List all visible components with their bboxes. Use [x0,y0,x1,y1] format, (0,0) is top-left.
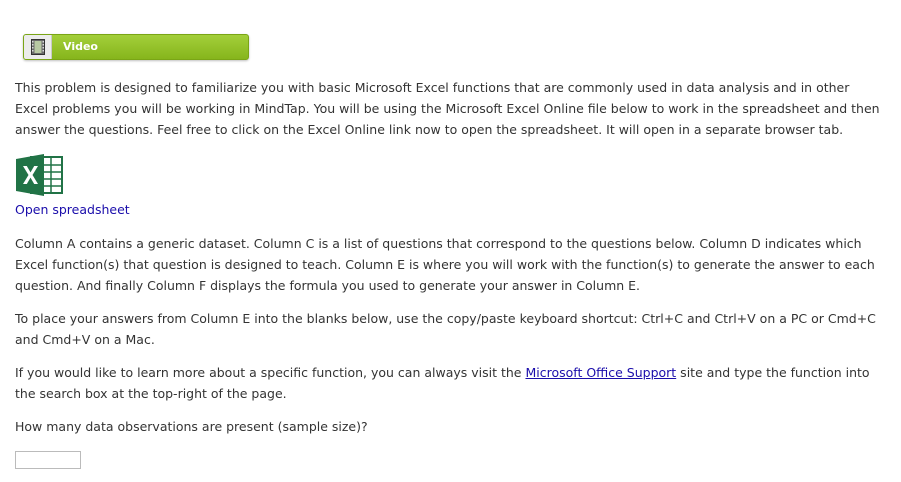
open-spreadsheet-link[interactable]: Open spreadsheet [15,202,130,217]
video-button[interactable]: Video [23,34,249,60]
copy-paste-paragraph: To place your answers from Column E into… [15,311,876,347]
support-paragraph: If you would like to learn more about a … [15,362,885,404]
microsoft-office-support-link[interactable]: Microsoft Office Support [525,365,676,380]
intro-paragraph: This problem is designed to familiarize … [15,80,880,137]
video-button-label: Video [63,40,98,53]
film-icon [24,35,52,59]
excel-icon[interactable] [15,154,64,196]
answer-input[interactable] [15,451,81,469]
support-text-prefix: If you would like to learn more about a … [15,365,526,380]
columns-paragraph: Column A contains a generic dataset. Col… [15,236,875,293]
question-text: How many data observations are present (… [15,419,368,434]
